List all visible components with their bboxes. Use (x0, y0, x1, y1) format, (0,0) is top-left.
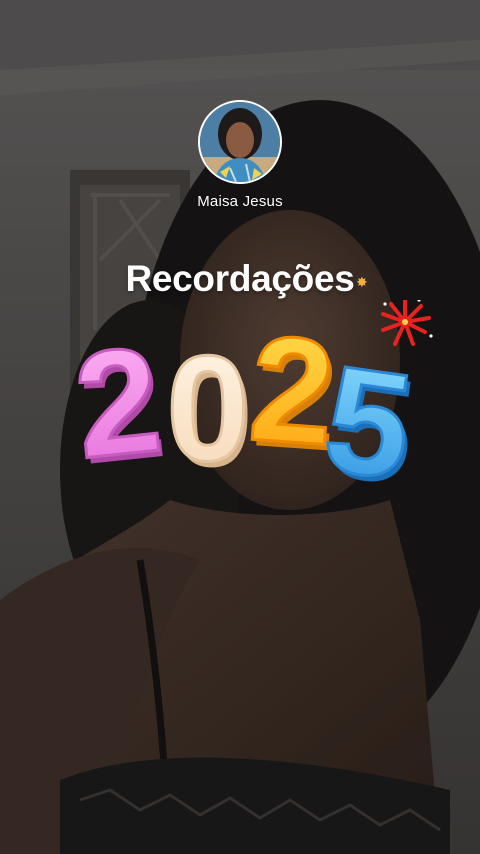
year-digit-2: 0 (166, 324, 249, 490)
story-title: Recordações (125, 258, 355, 299)
year-2025-graphic: 2 2 0 0 2 2 5 5 (66, 300, 433, 490)
avatar-photo-icon (200, 102, 280, 182)
sparkle-icon: ✸ (356, 274, 368, 290)
year-sticker: 2 2 0 0 2 2 5 5 (60, 300, 450, 490)
year-digit-1: 2 (68, 314, 169, 490)
author-name[interactable]: Maisa Jesus (197, 193, 283, 210)
story-viewer[interactable]: Maisa Jesus Recordações ✸ 2 2 0 0 2 2 5 … (0, 0, 480, 854)
author-profile[interactable]: Maisa Jesus (0, 100, 480, 210)
author-avatar[interactable] (198, 100, 282, 184)
firework-icon (381, 300, 433, 346)
